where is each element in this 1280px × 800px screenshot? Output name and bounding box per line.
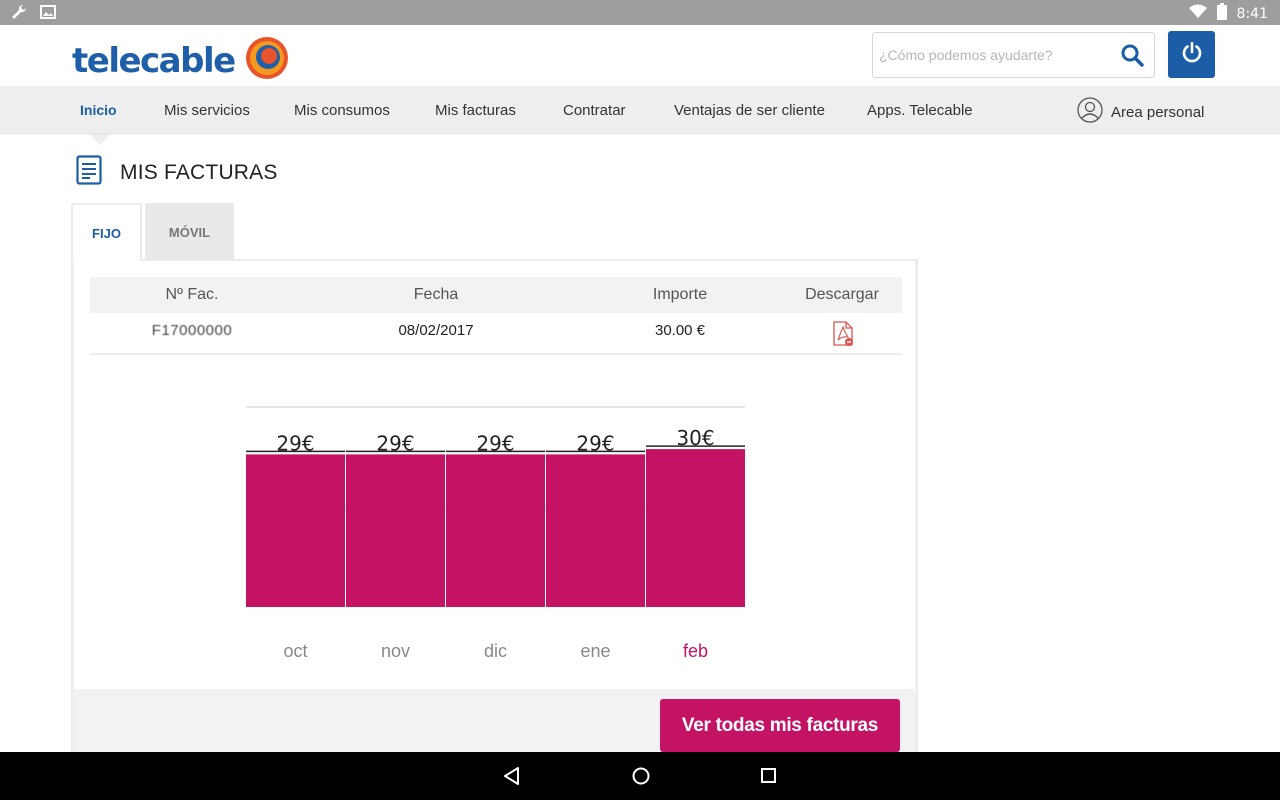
- view-all-invoices-button[interactable]: Ver todas mis facturas: [660, 699, 900, 752]
- nav-item-mis-consumos[interactable]: Mis consumos: [294, 102, 390, 119]
- chart-month-label: feb: [683, 641, 708, 661]
- back-icon[interactable]: [502, 766, 522, 791]
- page-title: MIS FACTURAS: [76, 155, 278, 190]
- nav-item-ventajas[interactable]: Ventajas de ser cliente: [674, 102, 825, 119]
- search-icon[interactable]: [1120, 43, 1144, 67]
- status-time: 8:41: [1236, 6, 1268, 22]
- wrench-icon: [10, 4, 28, 26]
- invoices-content: Nº Fac. Fecha Importe Descargar F1700000…: [74, 261, 915, 689]
- chart-month-label: nov: [381, 641, 410, 661]
- tab-fijo[interactable]: FIJO: [71, 203, 142, 261]
- chart-bar-dic[interactable]: [446, 454, 545, 607]
- page-title-text: MIS FACTURAS: [120, 160, 278, 184]
- chart-month-label: dic: [484, 641, 507, 661]
- logo-mark-icon: [245, 36, 289, 85]
- chart-value-label: 30€: [676, 426, 714, 450]
- telecable-logo[interactable]: telecable: [72, 36, 289, 85]
- status-bar: 8:41: [0, 0, 1280, 25]
- nav-item-contratar[interactable]: Contratar: [563, 102, 626, 119]
- power-icon: [1181, 41, 1203, 68]
- battery-icon: [1216, 3, 1227, 25]
- chart-month-label: oct: [283, 641, 307, 661]
- user-icon: [1077, 97, 1103, 127]
- logout-button[interactable]: [1168, 31, 1215, 78]
- nav-item-apps[interactable]: Apps. Telecable: [867, 102, 973, 119]
- invoices-panel: Nº Fac. Fecha Importe Descargar F1700000…: [71, 259, 918, 754]
- wifi-icon: [1188, 4, 1207, 24]
- recents-icon[interactable]: [759, 766, 779, 791]
- area-personal-link[interactable]: Area personal: [1077, 97, 1204, 127]
- chart-value-label: 29€: [476, 431, 514, 455]
- chart-value-label: 29€: [276, 431, 314, 455]
- chart-value-label: 29€: [376, 431, 414, 455]
- chart-value-label: 29€: [576, 431, 614, 455]
- image-icon: [40, 4, 56, 26]
- header: telecable: [0, 25, 1280, 86]
- nav-item-mis-facturas[interactable]: Mis facturas: [435, 102, 516, 119]
- system-nav-bar: [0, 752, 1280, 800]
- nav-active-caret: [89, 134, 111, 145]
- invoice-icon: [76, 155, 102, 190]
- main-nav: Inicio Mis servicios Mis consumos Mis fa…: [0, 86, 1280, 134]
- tab-movil[interactable]: MÓVIL: [145, 203, 234, 261]
- logo-text: telecable: [72, 40, 236, 81]
- chart-bar-ene[interactable]: [546, 454, 645, 607]
- search-input[interactable]: [879, 33, 1109, 77]
- nav-item-inicio[interactable]: Inicio: [80, 102, 117, 118]
- area-personal-label: Area personal: [1111, 103, 1205, 121]
- chart-bar-oct[interactable]: [246, 454, 345, 607]
- chart-bar-nov[interactable]: [346, 454, 445, 607]
- nav-item-mis-servicios[interactable]: Mis servicios: [164, 102, 250, 119]
- chart-bar-feb[interactable]: [646, 449, 745, 607]
- home-icon[interactable]: [631, 766, 651, 791]
- search-box: [872, 32, 1155, 78]
- invoice-history-chart: 29€ oct 29€ nov 29€ dic 29€ ene 30€ feb: [246, 406, 745, 661]
- chart-month-label: ene: [580, 641, 610, 661]
